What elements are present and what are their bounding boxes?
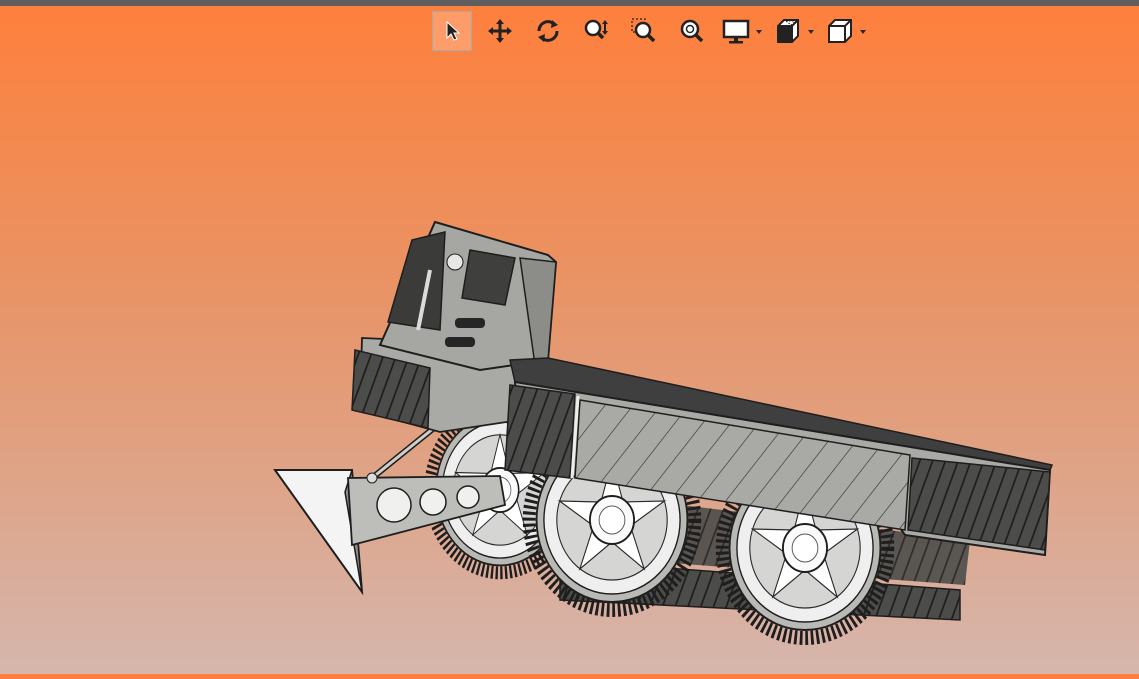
chevron-down-icon[interactable] <box>808 30 814 34</box>
window-title-bar <box>0 0 1139 6</box>
chevron-down-icon[interactable] <box>756 30 762 34</box>
view-cube-icon <box>828 19 852 43</box>
rotate-icon <box>537 20 559 42</box>
display-style-icon <box>722 19 750 44</box>
section-view-button[interactable] <box>772 11 816 51</box>
chevron-down-icon[interactable] <box>860 30 866 34</box>
cab <box>378 220 558 372</box>
view-toolbar <box>432 10 868 52</box>
pan-move-icon <box>488 19 512 43</box>
pan-tool-button[interactable] <box>480 11 520 51</box>
zoom-fit-icon <box>680 19 704 43</box>
graphics-viewport[interactable] <box>0 52 1139 674</box>
section-view-icon <box>777 19 799 43</box>
select-tool-button[interactable] <box>432 11 472 51</box>
rotate-tool-button[interactable] <box>528 11 568 51</box>
zoom-window-icon <box>631 18 656 43</box>
zoom-in-out-icon <box>584 19 608 40</box>
zoom-in-out-button[interactable] <box>576 11 616 51</box>
zoom-window-button[interactable] <box>624 11 664 51</box>
zoom-fit-button[interactable] <box>672 11 712 51</box>
view-orientation-button[interactable] <box>824 11 868 51</box>
vehicle-3d-model <box>273 220 1054 674</box>
pointer-select-icon <box>446 20 461 41</box>
display-style-button[interactable] <box>720 11 764 51</box>
